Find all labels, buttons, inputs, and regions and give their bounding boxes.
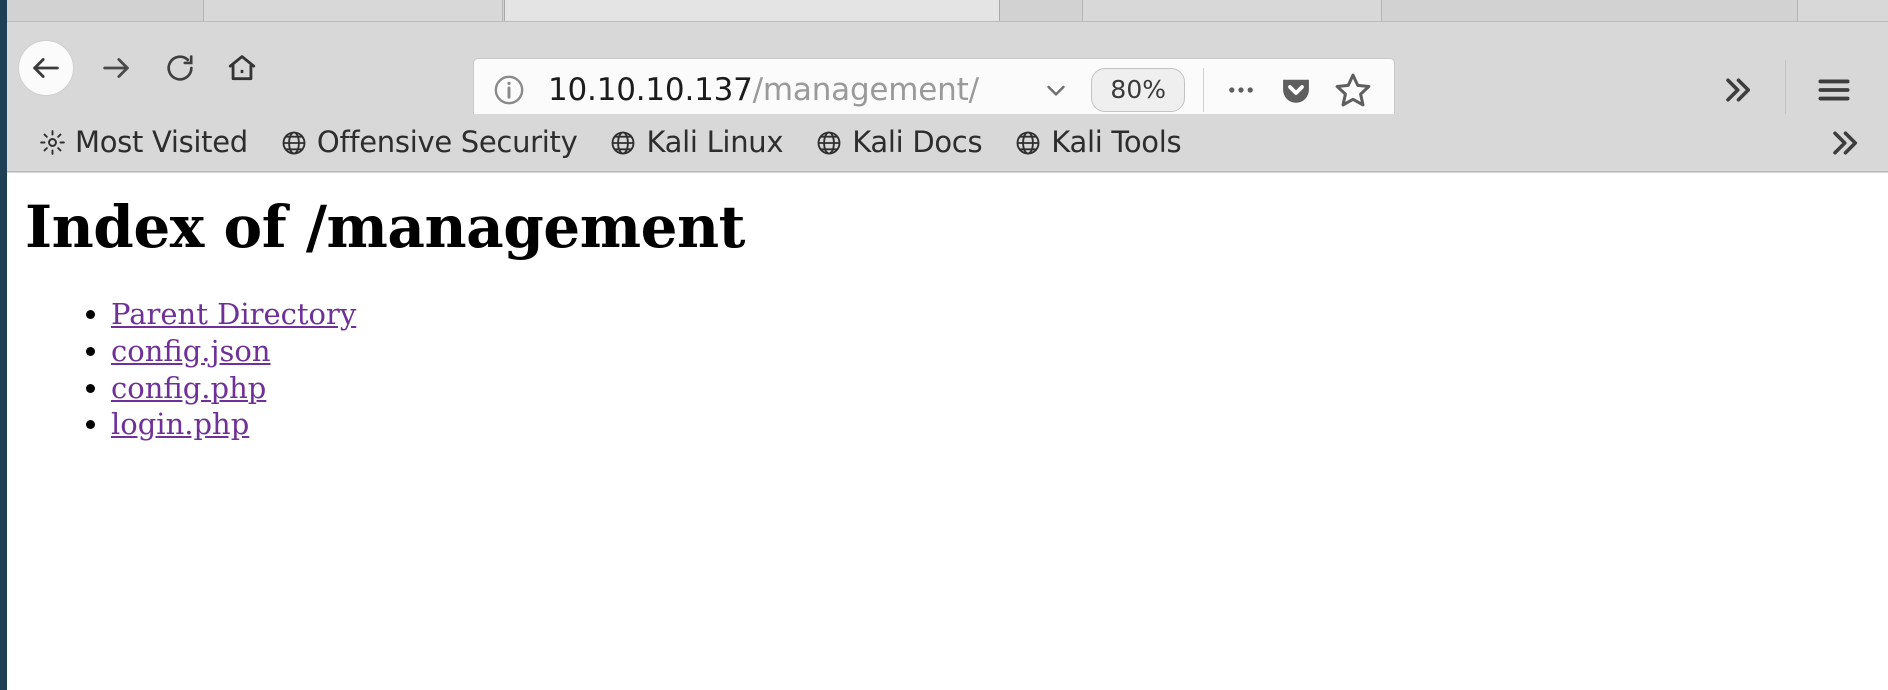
bookmark-label: Kali Docs [852,125,983,159]
page-title: Index of /management [25,193,745,261]
browser-window: 10.10.10.137/management/ 80% Most Visite… [0,0,1888,690]
arrow-left-icon [29,51,63,85]
address-bar[interactable]: 10.10.10.137/management/ 80% [473,58,1395,122]
home-button[interactable] [215,41,269,95]
bookmark-label: Offensive Security [316,125,578,159]
app-menu-button[interactable] [1804,60,1864,120]
list-item: config.json [111,333,1888,370]
browser-tab[interactable] [203,0,503,22]
chevron-down-icon[interactable] [1041,75,1071,105]
forward-button[interactable] [89,41,143,95]
url-text[interactable]: 10.10.10.137/management/ [548,71,979,108]
bookmark-kali-linux[interactable]: Kali Linux [599,124,793,161]
urlbar-divider [1203,68,1204,112]
bookmark-offensive-security[interactable]: Offensive Security [270,124,588,161]
bookmark-label: Kali Linux [646,125,784,159]
star-icon[interactable] [1334,71,1372,109]
url-host: 10.10.10.137 [548,71,753,108]
reload-icon [164,52,196,84]
toolbar-overflow-button[interactable] [1707,60,1767,120]
bookmark-label: Kali Tools [1051,125,1182,159]
directory-link-config-php[interactable]: config.php [111,371,266,405]
list-item: Parent Directory [111,296,1888,333]
bookmarks-overflow-button[interactable] [1826,125,1862,161]
globe-icon [815,129,843,157]
urlbar-action-icons [1224,71,1372,109]
browser-tab[interactable] [1082,0,1382,22]
chevron-double-right-icon [1719,72,1755,108]
tab-strip [7,0,1888,22]
page-content: Index of /management Parent Directory co… [7,173,1888,690]
toolbar-divider [1785,60,1786,120]
hamburger-menu-icon [1815,71,1853,109]
zoom-level-badge[interactable]: 80% [1091,68,1185,112]
browser-tab-active[interactable] [504,0,1000,22]
bookmark-most-visited[interactable]: Most Visited [29,124,258,161]
ellipsis-icon[interactable] [1224,73,1258,107]
bookmark-label: Most Visited [75,125,248,159]
globe-icon [280,129,308,157]
browser-tab[interactable] [1797,0,1888,22]
bookmark-kali-docs[interactable]: Kali Docs [805,124,992,161]
arrow-right-icon [99,51,133,85]
info-icon[interactable] [492,73,526,107]
pocket-icon[interactable] [1278,72,1314,108]
home-icon [226,52,258,84]
reload-button[interactable] [153,41,207,95]
back-button[interactable] [19,41,73,95]
url-path: /management/ [752,71,979,108]
directory-link-config-json[interactable]: config.json [111,334,271,368]
navigation-toolbar: 10.10.10.137/management/ 80% [7,22,1888,122]
bookmark-kali-tools[interactable]: Kali Tools [1004,124,1191,161]
list-item: config.php [111,370,1888,407]
directory-link-parent[interactable]: Parent Directory [111,297,356,331]
list-item: login.php [111,406,1888,443]
gear-icon [39,129,66,156]
bookmarks-toolbar: Most Visited Offensive Security Kali Lin… [7,114,1888,172]
globe-icon [609,129,637,157]
directory-link-login-php[interactable]: login.php [111,407,249,441]
globe-icon [1014,129,1042,157]
directory-listing: Parent Directory config.json config.php … [7,296,1888,443]
chevron-double-right-icon [1826,125,1862,161]
